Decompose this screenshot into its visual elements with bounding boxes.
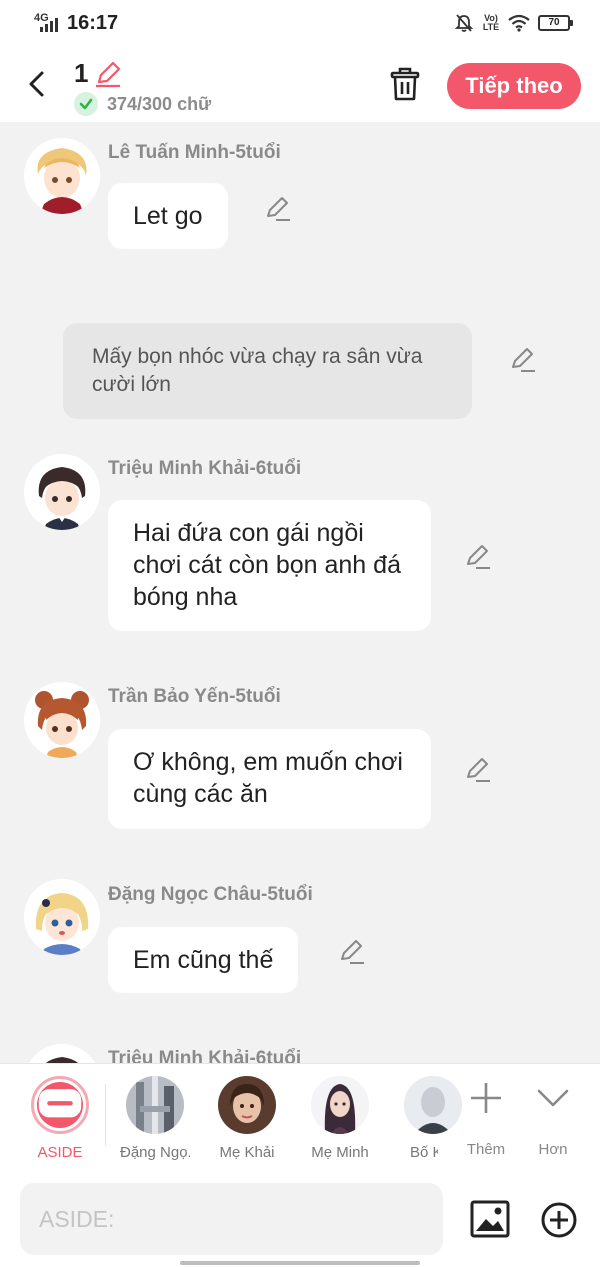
speaker-name: Lê Tuấn Minh-5tuổi: [108, 142, 281, 163]
character-label: Đặng Ngọ...: [120, 1144, 190, 1161]
character-avatar: [404, 1076, 462, 1134]
avatar-le-tuan-minh[interactable]: [24, 138, 100, 214]
home-indicator: [180, 1261, 420, 1265]
character-label: ASIDE: [37, 1144, 83, 1161]
trash-icon[interactable]: [388, 66, 422, 102]
status-bar: 4G 16:17 Vo) LTE 70: [0, 0, 600, 48]
plus-icon: [471, 1083, 501, 1113]
character-avatar: [311, 1076, 369, 1134]
chat-area[interactable]: Lê Tuấn Minh-5tuổi Let go Mấy bọn nhóc v…: [0, 122, 600, 1063]
character-me-minh[interactable]: Mẹ Minh: [309, 1076, 371, 1161]
character-avatar: [218, 1076, 276, 1134]
check-icon: [74, 92, 98, 116]
message-bubble[interactable]: Em cũng thế: [108, 927, 299, 993]
speaker-name: Triệu Minh Khải-6tuổi: [108, 1048, 302, 1063]
image-icon[interactable]: [470, 1200, 510, 1238]
avatar-dang-ngoc-chau[interactable]: [24, 879, 100, 955]
add-character-button[interactable]: Thêm: [456, 1078, 516, 1158]
character-aside[interactable]: ASIDE: [29, 1076, 91, 1161]
character-avatar: [126, 1076, 184, 1134]
add-label: Thêm: [466, 1141, 506, 1158]
clock: 16:17: [67, 12, 119, 34]
more-label: Hơn: [538, 1141, 568, 1158]
plus-circle-icon[interactable]: [540, 1201, 578, 1239]
battery-indicator: 70: [538, 15, 573, 31]
message-bubble[interactable]: Hai đứa con gái ngồi chơi cát còn bọn an…: [108, 500, 431, 631]
signal-icon: [40, 18, 58, 32]
character-bo-khai[interactable]: Bố K: [404, 1076, 462, 1161]
divider: [105, 1084, 106, 1146]
character-selector: ASIDE Đặng Ngọ... Mẹ Khải Mẹ Minh Bố K T…: [0, 1063, 600, 1171]
mute-bell-icon: [454, 14, 474, 32]
edit-pencil-icon[interactable]: [263, 195, 291, 223]
edit-pencil-icon[interactable]: [463, 543, 491, 571]
message-input[interactable]: [20, 1183, 443, 1255]
edit-pencil-icon[interactable]: [337, 938, 365, 966]
volte-indicator: Vo) LTE: [482, 13, 500, 32]
speaker-name: Trần Bảo Yến-5tuổi: [108, 686, 281, 707]
chevron-down-icon: [537, 1089, 569, 1107]
speaker-name: Triệu Minh Khải-6tuổi: [108, 458, 302, 479]
narration-bubble[interactable]: Mấy bọn nhóc vừa chạy ra sân vừa cười lớ…: [63, 323, 472, 419]
episode-number: 1: [74, 58, 89, 88]
character-dang-ngoc[interactable]: Đặng Ngọ...: [120, 1076, 190, 1161]
next-button[interactable]: Tiếp theo: [447, 63, 581, 109]
edit-title-pencil-icon[interactable]: [94, 60, 122, 88]
aside-avatar: [31, 1076, 89, 1134]
editor-header: 1 374/300 chữ Tiếp theo: [0, 48, 600, 122]
character-label: Mẹ Khải: [219, 1144, 275, 1161]
edit-pencil-icon[interactable]: [463, 756, 491, 784]
avatar-trieu-minh-khai[interactable]: [24, 1044, 100, 1063]
chevron-left-icon[interactable]: [22, 66, 52, 102]
speaker-name: Đặng Ngọc Châu-5tuổi: [108, 884, 313, 905]
character-label: Bố K: [410, 1144, 438, 1161]
wifi-icon: [508, 14, 530, 32]
edit-pencil-icon[interactable]: [508, 346, 536, 374]
character-label: Mẹ Minh: [311, 1144, 369, 1161]
avatar-tran-bao-yen[interactable]: [24, 682, 100, 758]
character-me-khai[interactable]: Mẹ Khải: [216, 1076, 278, 1161]
message-bubble[interactable]: Let go: [108, 183, 228, 249]
avatar-trieu-minh-khai[interactable]: [24, 454, 100, 530]
expand-characters-button[interactable]: Hơn: [523, 1078, 583, 1158]
composer: [0, 1171, 600, 1267]
message-bubble[interactable]: Ơ không, em muốn chơi cùng các ăn: [108, 729, 431, 829]
word-count: 374/300 chữ: [107, 94, 212, 114]
